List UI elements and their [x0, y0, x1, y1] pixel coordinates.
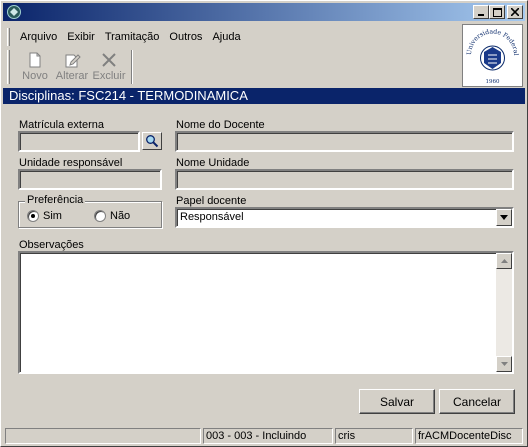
novo-button[interactable]: Novo [17, 49, 53, 85]
toolbar: Novo Alterar Excluir [17, 49, 127, 85]
scroll-up-button[interactable] [496, 253, 512, 269]
menubar-grip [7, 28, 10, 46]
menu-ajuda[interactable]: Ajuda [207, 31, 245, 43]
pref-nao-radio[interactable]: Não [94, 210, 130, 222]
papel-select[interactable]: Responsável [175, 207, 514, 228]
edit-document-icon [65, 54, 81, 68]
alterar-label: Alterar [55, 70, 89, 82]
unidade-field[interactable] [18, 169, 162, 190]
matricula-field[interactable] [18, 131, 140, 152]
status-panel-mode: 003 - 003 - Incluindo [203, 428, 333, 444]
docente-label: Nome do Docente [176, 119, 265, 131]
radio-unselected-icon [94, 210, 106, 222]
docente-field[interactable] [175, 131, 514, 152]
obs-label: Observações [19, 239, 84, 251]
maximize-button[interactable] [489, 5, 505, 19]
status-panel-user: cris [335, 428, 413, 444]
scroll-down-button[interactable] [496, 356, 512, 372]
title-bar[interactable] [3, 3, 525, 21]
menu-exibir[interactable]: Exibir [62, 31, 100, 43]
app-icon[interactable] [6, 4, 22, 20]
minimize-button[interactable] [473, 5, 489, 19]
menu-outros[interactable]: Outros [164, 31, 207, 43]
close-button[interactable] [507, 5, 523, 19]
toolbar-separator [131, 50, 133, 84]
menubar: Arquivo Exibir Tramitação Outros Ajuda [15, 27, 246, 47]
obs-scrollbar[interactable] [496, 253, 512, 372]
status-panel-1 [5, 428, 201, 444]
excluir-label: Excluir [92, 70, 126, 82]
scroll-down-icon [500, 362, 508, 366]
pref-nao-label: Não [110, 210, 131, 222]
salvar-button[interactable]: Salvar [359, 389, 435, 414]
status-panel-form: frACMDocenteDisc [415, 428, 523, 444]
pref-sim-radio[interactable]: Sim [27, 210, 62, 222]
papel-dropdown-button[interactable] [496, 209, 512, 226]
toolbar-grip [7, 50, 10, 84]
lookup-button[interactable] [142, 132, 162, 150]
novo-label: Novo [22, 70, 48, 82]
nome-unidade-field[interactable] [175, 169, 514, 190]
menu-tramitacao[interactable]: Tramitação [100, 31, 165, 43]
alterar-button[interactable]: Alterar [53, 49, 91, 85]
papel-label: Papel docente [176, 195, 247, 207]
cancelar-button[interactable]: Cancelar [439, 389, 515, 414]
radio-selected-icon [27, 210, 39, 222]
logo-year: 1960 [486, 79, 500, 85]
excluir-button[interactable]: Excluir [91, 49, 127, 85]
pref-sim-label: Sim [43, 210, 62, 222]
search-icon [146, 135, 159, 148]
papel-value: Responsável [180, 211, 244, 223]
new-document-icon [29, 52, 41, 68]
nome-unidade-label: Nome Unidade [176, 157, 250, 169]
observacoes-textarea[interactable] [18, 251, 514, 374]
main-window: Arquivo Exibir Tramitação Outros Ajuda N… [0, 0, 528, 447]
delete-icon [102, 53, 116, 67]
university-logo: Universidade Federal de Santa Maria 1960 [460, 20, 523, 87]
matricula-label: Matrícula externa [19, 119, 104, 131]
chevron-down-icon [500, 215, 508, 220]
menu-arquivo[interactable]: Arquivo [15, 31, 62, 43]
status-bar: 003 - 003 - Incluindo cris frACMDocenteD… [3, 428, 525, 445]
page-title: Disciplinas: FSC214 - TERMODINAMICA [3, 88, 525, 104]
preferencia-label: Preferência [25, 194, 86, 206]
scroll-up-icon [500, 259, 508, 263]
unidade-label: Unidade responsável [19, 157, 123, 169]
